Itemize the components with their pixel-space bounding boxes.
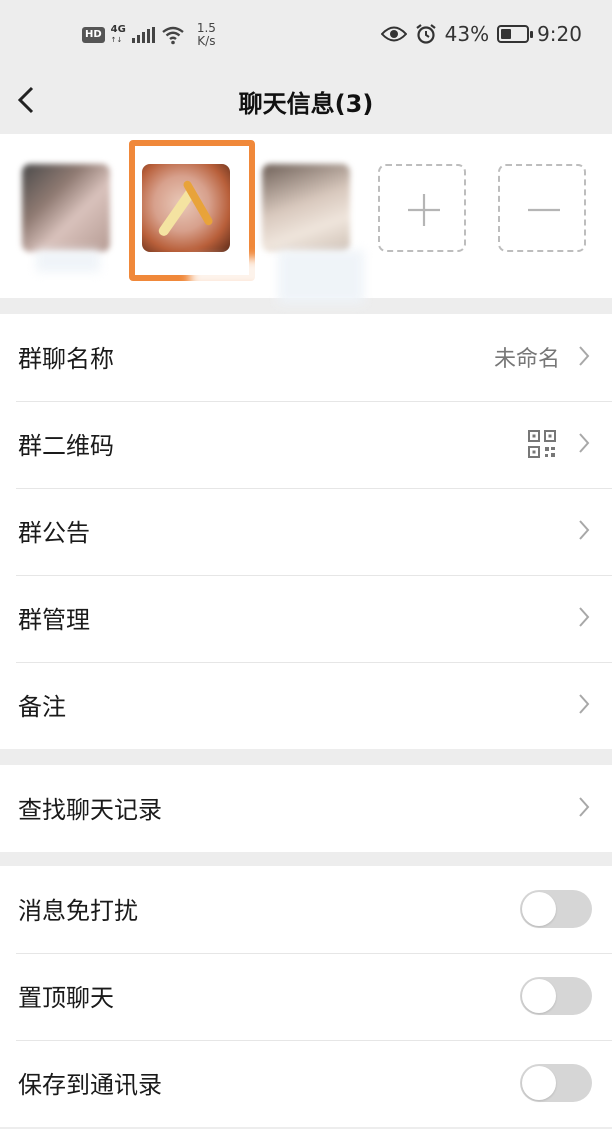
member-avatar[interactable] bbox=[22, 164, 110, 252]
announcement-row[interactable]: 群公告 bbox=[0, 488, 612, 575]
network-activity: ↑↓ bbox=[110, 36, 123, 44]
hd-badge: HD bbox=[82, 27, 105, 43]
status-left: HD 4G ↑↓ 1.5 K/s bbox=[82, 22, 216, 48]
network-type: 4G ↑↓ bbox=[111, 25, 126, 45]
minus-icon bbox=[528, 208, 560, 212]
chevron-right-icon bbox=[579, 694, 590, 714]
alarm-icon bbox=[415, 24, 436, 44]
add-member-button[interactable] bbox=[378, 164, 466, 252]
group-name-value: 未命名 bbox=[493, 347, 560, 372]
network-speed: 1.5 K/s bbox=[197, 22, 216, 48]
chevron-right-icon bbox=[579, 797, 590, 817]
group-settings: 群聊名称 未命名 群二维码 群公告 群管理 备注 bbox=[0, 314, 612, 749]
search-group: 查找聊天记录 bbox=[0, 765, 612, 852]
chevron-right-icon bbox=[579, 433, 590, 453]
row-label: 保存到通讯录 bbox=[18, 1071, 162, 1099]
toggle-knob bbox=[522, 892, 556, 926]
remark-row[interactable]: 备注 bbox=[0, 662, 612, 749]
row-label: 群聊名称 bbox=[18, 345, 114, 373]
member-grid bbox=[0, 134, 612, 304]
battery-fill bbox=[501, 29, 512, 39]
save-contacts-toggle[interactable] bbox=[520, 1064, 592, 1102]
wifi-icon bbox=[162, 26, 184, 45]
row-label: 备注 bbox=[18, 693, 66, 721]
pin-row: 置顶聊天 bbox=[0, 953, 612, 1040]
battery-percent: 43% bbox=[444, 22, 490, 46]
row-label: 群管理 bbox=[18, 606, 90, 634]
chevron-right-icon bbox=[579, 607, 590, 627]
save-contacts-row: 保存到通讯录 bbox=[0, 1040, 612, 1127]
mute-row: 消息免打扰 bbox=[0, 866, 612, 953]
toggle-group: 消息免打扰 置顶聊天 保存到通讯录 bbox=[0, 866, 612, 1127]
blurred-name bbox=[190, 258, 290, 288]
signal-icon bbox=[131, 27, 155, 43]
member-avatar[interactable] bbox=[142, 164, 230, 252]
page-title: 聊天信息(3) bbox=[238, 90, 374, 118]
toggle-knob bbox=[522, 1066, 556, 1100]
row-label: 消息免打扰 bbox=[18, 897, 138, 925]
remove-member-button[interactable] bbox=[498, 164, 586, 252]
management-row[interactable]: 群管理 bbox=[0, 575, 612, 662]
group-name-row[interactable]: 群聊名称 未命名 bbox=[0, 314, 612, 401]
row-label: 查找聊天记录 bbox=[18, 796, 162, 824]
chevron-right-icon bbox=[579, 346, 590, 366]
plus-icon bbox=[408, 194, 440, 226]
clock: 9:20 bbox=[537, 22, 582, 46]
blurred-name bbox=[278, 250, 364, 304]
qr-code-row[interactable]: 群二维码 bbox=[0, 401, 612, 488]
row-label: 群二维码 bbox=[18, 432, 114, 460]
battery-icon bbox=[497, 25, 534, 43]
status-right: 43% 9:20 bbox=[380, 22, 582, 46]
search-history-row[interactable]: 查找聊天记录 bbox=[0, 765, 612, 852]
blurred-name bbox=[36, 250, 100, 272]
member-avatar[interactable] bbox=[262, 164, 350, 252]
header: 聊天信息(3) bbox=[0, 72, 612, 134]
mute-toggle[interactable] bbox=[520, 890, 592, 928]
qr-code-icon bbox=[528, 430, 556, 458]
status-bar: HD 4G ↑↓ 1.5 K/s 43% 9:20 bbox=[0, 0, 612, 72]
toggle-knob bbox=[522, 979, 556, 1013]
speed-value: 1.5 bbox=[196, 21, 216, 35]
eye-icon bbox=[380, 26, 407, 42]
speed-unit: K/s bbox=[197, 34, 216, 48]
row-label: 置顶聊天 bbox=[18, 984, 114, 1012]
chevron-right-icon bbox=[579, 520, 590, 540]
row-label: 群公告 bbox=[18, 519, 90, 547]
pin-toggle[interactable] bbox=[520, 977, 592, 1015]
network-label: 4G bbox=[110, 24, 126, 35]
